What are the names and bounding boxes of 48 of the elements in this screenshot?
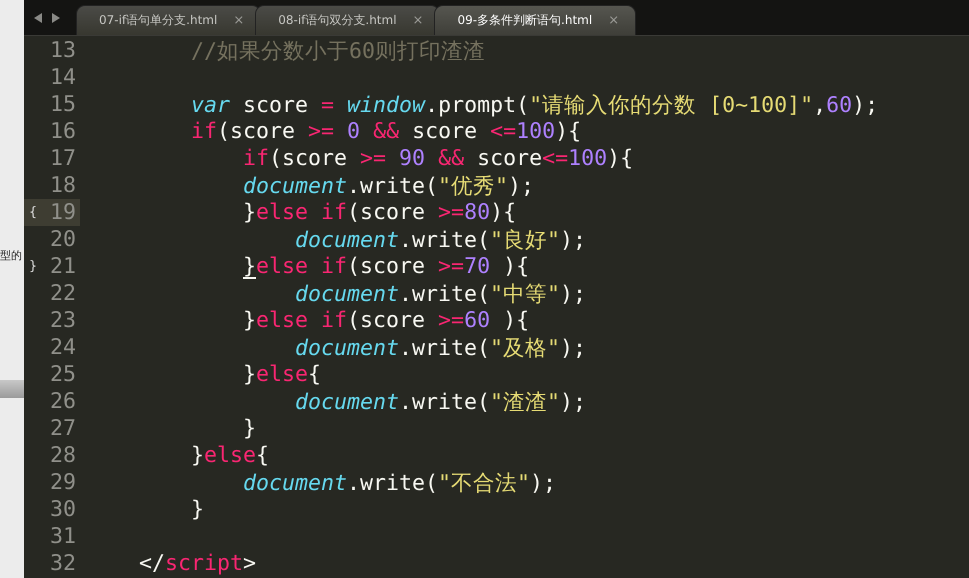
left-arrow-icon[interactable]	[32, 12, 44, 24]
line-number: 22	[48, 280, 77, 307]
code-line: if(score >= 0 && score <=100){	[190, 119, 582, 144]
line-number: 27	[48, 415, 77, 442]
code-line: }else if(score >=60 ){	[242, 308, 530, 333]
line-number: 15	[48, 91, 77, 118]
code-line: }else if(score >=70 ){	[87, 254, 530, 279]
code-line: }else{	[190, 443, 270, 468]
code-line: //如果分数小于60则打印渣渣	[190, 38, 486, 65]
line-number: 31	[48, 523, 77, 550]
side-panel-text: 型的	[0, 248, 22, 263]
fold-marker[interactable]: }	[24, 253, 42, 280]
right-arrow-icon[interactable]	[50, 12, 62, 24]
code-line: document.write("良好");	[294, 227, 586, 254]
line-number: 23	[48, 307, 77, 334]
code-line: document.write("渣渣");	[294, 389, 586, 416]
line-number: 17	[48, 145, 77, 172]
code-line: }	[190, 497, 204, 522]
close-icon[interactable]: ×	[608, 13, 620, 28]
close-icon[interactable]: ×	[412, 13, 424, 28]
line-number: 25	[48, 361, 77, 388]
code-line: if(score >= 90 && score<=100){	[242, 146, 634, 171]
line-number: 32	[48, 550, 77, 577]
scrollbar[interactable]	[0, 380, 24, 398]
line-number: 20	[48, 226, 77, 253]
line-number: 14	[48, 64, 77, 91]
code-line: }	[242, 416, 256, 441]
code-line: document.write("中等");	[294, 281, 586, 308]
line-number: 30	[48, 496, 77, 523]
fold-marker[interactable]: {	[24, 199, 42, 226]
code-line: }else if(score >=80){	[242, 200, 516, 225]
line-number: 19	[42, 199, 80, 226]
code-line: document.write("及格");	[294, 335, 586, 362]
line-number: 26	[48, 388, 77, 415]
code-line: document.write("优秀");	[242, 173, 534, 200]
code-line: var score = window.prompt("请输入你的分数 [0~100]",60);	[190, 92, 878, 119]
line-number: 18	[48, 172, 77, 199]
code-line: document.write("不合法");	[242, 470, 556, 497]
file-tab[interactable]: 09-多条件判断语句.html ×	[434, 5, 636, 35]
line-number: 13	[48, 37, 77, 64]
line-number: 21	[48, 253, 77, 280]
line-number: 28	[48, 442, 77, 469]
code-line: </script>	[138, 551, 256, 576]
close-icon[interactable]: ×	[233, 13, 244, 28]
line-number: 29	[48, 469, 77, 496]
line-number: 24	[48, 334, 77, 361]
line-number: 16	[48, 118, 77, 145]
code-line: }else{	[242, 362, 322, 387]
